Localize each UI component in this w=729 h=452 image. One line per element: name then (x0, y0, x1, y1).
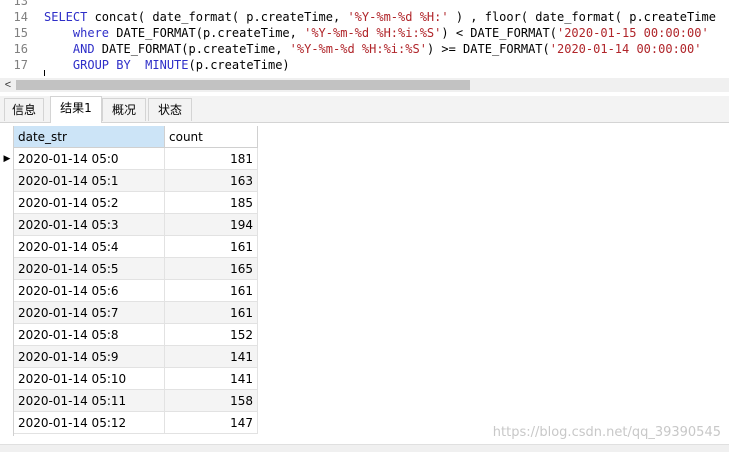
app-window: 13 14 SELECT concat( date_format( p.create… (0, 0, 729, 452)
cell-date-str[interactable]: 2020-01-14 05:10 (14, 368, 165, 390)
line-number: 14 (13, 10, 28, 24)
code-token: concat( date_format( p.createTime, (87, 10, 348, 24)
cell-date-str[interactable]: 2020-01-14 05:5 (14, 258, 165, 280)
code-line[interactable]: 16 AND DATE_FORMAT(p.createTime, '%Y-%m-… (0, 41, 702, 57)
tab-status[interactable]: 状态 (148, 98, 192, 121)
cell-date-str[interactable]: 2020-01-14 05:8 (14, 324, 165, 346)
code-token: ) >= DATE_FORMAT( (426, 42, 550, 56)
code-token: DATE_FORMAT(p.createTime, (109, 26, 305, 40)
line-number: 16 (13, 42, 28, 56)
cell-count[interactable]: 161 (165, 236, 258, 258)
tab-overview[interactable]: 概况 (102, 98, 146, 121)
code-token: AND (44, 42, 95, 56)
current-row-indicator-icon: ▶ (3, 154, 11, 164)
code-line[interactable]: 14 SELECT concat( date_format( p.createTi… (0, 9, 716, 25)
code-token: '%Y-%m-%d %H:%i:%S' (289, 42, 427, 56)
line-number: 13 (13, 0, 28, 8)
cell-count[interactable]: 141 (165, 346, 258, 368)
code-token: ) < DATE_FORMAT( (441, 26, 557, 40)
cell-date-str[interactable]: 2020-01-14 05:0 (14, 148, 165, 170)
cell-date-str[interactable]: 2020-01-14 05:6 (14, 280, 165, 302)
cell-count[interactable]: 165 (165, 258, 258, 280)
table-row[interactable]: 2020-01-14 05:2 185 (0, 192, 258, 214)
cell-count[interactable]: 181 (165, 148, 258, 170)
table-row[interactable]: 2020-01-14 05:9 141 (0, 346, 258, 368)
cell-count[interactable]: 194 (165, 214, 258, 236)
table-row[interactable]: 2020-01-14 05:6 161 (0, 280, 258, 302)
table-row[interactable]: 2020-01-14 05:1 163 (0, 170, 258, 192)
cell-count[interactable]: 152 (165, 324, 258, 346)
table-row[interactable]: 2020-01-14 05:3 194 (0, 214, 258, 236)
result-tabbar: 信息 结果1 概况 状态 (0, 96, 729, 123)
scroll-left-arrow-icon[interactable]: < (2, 78, 14, 92)
cell-count[interactable]: 161 (165, 280, 258, 302)
line-number: 15 (13, 26, 28, 40)
cell-count[interactable]: 161 (165, 302, 258, 324)
cell-count[interactable]: 158 (165, 390, 258, 412)
code-token: MINUTE (145, 58, 189, 72)
editor-horizontal-scrollbar[interactable]: < (0, 78, 729, 92)
grid-header: date_str count (14, 126, 258, 148)
status-bar (0, 444, 729, 452)
table-row[interactable]: 2020-01-14 05:10 141 (0, 368, 258, 390)
cell-date-str[interactable]: 2020-01-14 05:1 (14, 170, 165, 192)
code-token: '2020-01-14 00:00:00' (549, 42, 702, 56)
sql-editor[interactable]: 13 14 SELECT concat( date_format( p.create… (0, 0, 729, 78)
column-header-count[interactable]: count (165, 126, 258, 148)
cell-date-str[interactable]: 2020-01-14 05:2 (14, 192, 165, 214)
line-number: 17 (13, 58, 28, 72)
code-token: '%Y-%m-%d %H:%i:%S' (304, 26, 442, 40)
watermark: https://blog.csdn.net/qq_39390545 (492, 425, 721, 440)
cell-date-str[interactable]: 2020-01-14 05:3 (14, 214, 165, 236)
tab-result1[interactable]: 结果1 (50, 96, 102, 123)
cell-date-str[interactable]: 2020-01-14 05:9 (14, 346, 165, 368)
cell-date-str[interactable]: 2020-01-14 05:7 (14, 302, 165, 324)
table-row[interactable]: 2020-01-14 05:8 152 (0, 324, 258, 346)
cell-date-str[interactable]: 2020-01-14 05:4 (14, 236, 165, 258)
tab-info[interactable]: 信息 (4, 98, 44, 121)
code-token: DATE_FORMAT(p.createTime, (94, 42, 290, 56)
table-row[interactable]: 2020-01-14 05:12 147 (0, 412, 258, 434)
cell-count[interactable]: 185 (165, 192, 258, 214)
code-line[interactable]: 13 (0, 0, 44, 9)
table-row[interactable]: 2020-01-14 05:7 161 (0, 302, 258, 324)
code-line[interactable]: 15 where DATE_FORMAT(p.createTime, '%Y-%… (0, 25, 709, 41)
cell-date-str[interactable]: 2020-01-14 05:11 (14, 390, 165, 412)
table-row[interactable]: ▶ 2020-01-14 05:0 181 (0, 148, 258, 170)
table-row[interactable]: 2020-01-14 05:11 158 (0, 390, 258, 412)
table-row[interactable]: 2020-01-14 05:4 161 (0, 236, 258, 258)
code-token: ) , floor( date_format( p.createTime (448, 10, 716, 24)
code-token: '2020-01-15 00:00:00' (556, 26, 709, 40)
code-token: where (44, 26, 110, 40)
text-cursor (44, 70, 45, 76)
code-token: SELECT (44, 10, 88, 24)
cell-date-str[interactable]: 2020-01-14 05:12 (14, 412, 165, 434)
code-token: (p.createTime) (188, 58, 290, 72)
cell-count[interactable]: 147 (165, 412, 258, 434)
code-token: '%Y-%m-%d %H:' (347, 10, 449, 24)
cell-count[interactable]: 141 (165, 368, 258, 390)
cell-count[interactable]: 163 (165, 170, 258, 192)
code-token: GROUP BY (44, 58, 131, 72)
column-header-date-str[interactable]: date_str (14, 126, 165, 148)
table-row[interactable]: 2020-01-14 05:5 165 (0, 258, 258, 280)
scrollbar-thumb[interactable] (16, 80, 470, 90)
